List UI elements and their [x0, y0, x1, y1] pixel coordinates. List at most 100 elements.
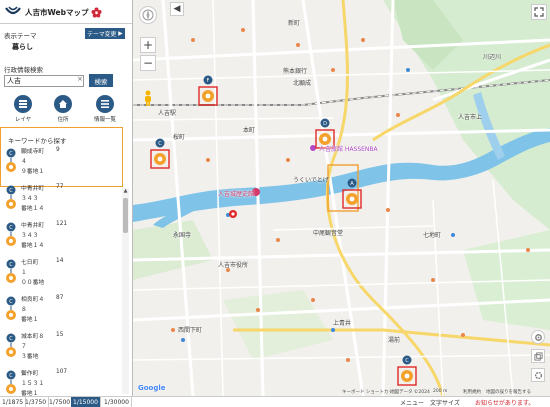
map-label: 人吉旅館 HASSENBA [319, 146, 378, 153]
map-marker[interactable]: F [198, 75, 218, 109]
result-count: 87 [56, 295, 64, 301]
location-button[interactable] [531, 330, 545, 344]
result-count: 77 [56, 184, 64, 190]
result-count: 121 [56, 221, 68, 227]
result-address-line1: 鬢作町 [21, 371, 39, 377]
map-label: 人吉市役所 [218, 262, 249, 269]
result-address-line1: 中青井町 [21, 223, 45, 229]
result-item[interactable]: C 相良町４ ８ 番地１ 87 [3, 295, 121, 332]
keyword-search-title: キーワードから探す [8, 137, 67, 145]
notice-link[interactable]: お知らせがあります。 [475, 398, 534, 407]
terms-link[interactable]: 利用規約 [463, 389, 481, 395]
result-address: 城本町８ ７ ３番地 [21, 332, 61, 362]
svg-text:A: A [350, 181, 354, 187]
report-error-link[interactable]: 地図の誤りを報告する [486, 389, 531, 395]
map-data-credit: 地図データ ©2024 [390, 390, 430, 395]
settings-button[interactable] [531, 368, 545, 382]
result-item[interactable]: C 鬢作町 １５３１ 番地１ 107 [3, 369, 121, 396]
clear-icon[interactable]: × [77, 75, 83, 83]
layers-button[interactable]: レイヤ [8, 95, 38, 125]
result-count: 14 [56, 258, 64, 264]
result-address-line2: ３４３ [21, 196, 39, 202]
side-panel: 人吉市Webマップ 表示テーマ テーマ変更 ▶ 暮らし 行政情報検索 × ▼ 検… [0, 0, 133, 396]
map-label: 人吉市上 [458, 114, 483, 121]
map-label: 人吉城歴史館 [218, 191, 255, 198]
settings-icon [534, 371, 542, 379]
compass-button[interactable] [139, 6, 157, 24]
result-address-line3: ００番地 [21, 280, 45, 286]
layers-icon [14, 95, 32, 113]
result-address-line2: １ [21, 270, 27, 276]
map-view[interactable]: F D C A C 新町 熊本銀行 北願成 本町 人吉駅 桜町 人吉旅館 HAS… [133, 0, 550, 396]
result-address: 中青井町 ３４３ 番地１４ [21, 184, 61, 214]
map-marker-icon: F [198, 75, 218, 106]
result-address-line2: ４ [21, 159, 27, 165]
font-size-button[interactable]: 文字サイズ [430, 398, 460, 407]
app-logo[interactable]: 人吉市Webマップ [4, 4, 132, 20]
result-address: 七日町 １ ００番地 [21, 258, 61, 288]
result-address-line2: ８ [21, 307, 27, 313]
result-count: 9 [56, 147, 60, 153]
list-icon [96, 95, 114, 113]
map-label: うくいでとげ [293, 177, 329, 184]
zoom-out-button[interactable]: − [140, 55, 156, 71]
city-emblem-icon [5, 6, 21, 15]
result-item[interactable]: C 願成寺町 ４ ９番地１ 9 [3, 147, 121, 184]
map-label: 人吉駅 [158, 110, 177, 117]
svg-text:C: C [158, 141, 162, 147]
map-marker[interactable]: C [397, 355, 417, 389]
result-address-line2: ７ [21, 344, 27, 350]
map-label: 中尾観音堂 [313, 230, 344, 237]
address-button[interactable]: 住所 [48, 95, 78, 125]
result-item[interactable]: C 中青井町 ３４３ 番地１４ 77 [3, 184, 121, 221]
layers-label: レイヤ [14, 117, 32, 123]
map-marker[interactable]: C [150, 138, 170, 172]
svg-text:C: C [9, 262, 13, 268]
layer-switch-button[interactable] [531, 349, 545, 363]
map-pin-icon: C [6, 148, 16, 172]
google-logo[interactable]: Google [138, 384, 166, 392]
svg-text:C: C [9, 299, 13, 305]
result-address-line3: ９番地１ [21, 169, 45, 175]
menu-button[interactable]: メニュー [400, 398, 424, 407]
map-label: 上青井 [333, 320, 352, 327]
scroll-thumb[interactable] [123, 198, 128, 233]
result-address-line1: 中青井町 [21, 186, 45, 192]
map-label: 北願成 [293, 80, 312, 87]
svg-text:C: C [9, 188, 13, 194]
theme-change-button[interactable]: テーマ変更 ▶ [85, 28, 125, 39]
pegman-icon [145, 90, 151, 106]
fullscreen-button[interactable] [531, 4, 547, 20]
map-label: 本町 [243, 127, 256, 134]
result-item[interactable]: C 城本町８ ７ ３番地 15 [3, 332, 121, 369]
scale-option[interactable]: 1/15000 [71, 397, 101, 407]
chevron-left-icon: ◀ [173, 4, 181, 14]
map-pin-icon: C [6, 333, 16, 357]
fullscreen-icon [534, 7, 544, 17]
svg-text:C: C [405, 358, 409, 364]
theme-label: 表示テーマ [4, 32, 37, 40]
result-address-line3: 番地１４ [21, 206, 45, 212]
map-label: 七地町 [423, 232, 442, 239]
info-list-button[interactable]: 情報一覧 [90, 95, 120, 125]
map-label: 新町 [288, 20, 301, 27]
scale-option[interactable]: 1/30000 [102, 397, 132, 407]
scroll-up-icon[interactable]: ▲ [122, 188, 129, 194]
streetview-pegman[interactable] [143, 90, 153, 106]
result-item[interactable]: C 中青井町 ３４３ 番地１４ 121 [3, 221, 121, 258]
result-address-line2: ３４３ [21, 233, 39, 239]
current-theme: 暮らし [12, 43, 33, 51]
scale-indicator: 200 m [433, 389, 448, 394]
chevron-right-icon: ▶ [118, 30, 123, 37]
search-input[interactable] [4, 75, 84, 87]
search-button[interactable]: 検索 [89, 74, 113, 87]
scrollbar[interactable]: ▲ [122, 188, 129, 394]
zoom-in-button[interactable]: + [140, 37, 156, 53]
scale-option[interactable]: 1/7500 [47, 397, 74, 407]
result-address-line1: 願成寺町 [21, 149, 45, 155]
scale-option[interactable]: 1/3750 [23, 397, 50, 407]
collapse-panel-button[interactable]: ◀ [170, 2, 184, 16]
map-marker[interactable]: A [342, 178, 362, 212]
map-pin-icon: C [6, 259, 16, 283]
result-item[interactable]: C 七日町 １ ００番地 14 [3, 258, 121, 295]
